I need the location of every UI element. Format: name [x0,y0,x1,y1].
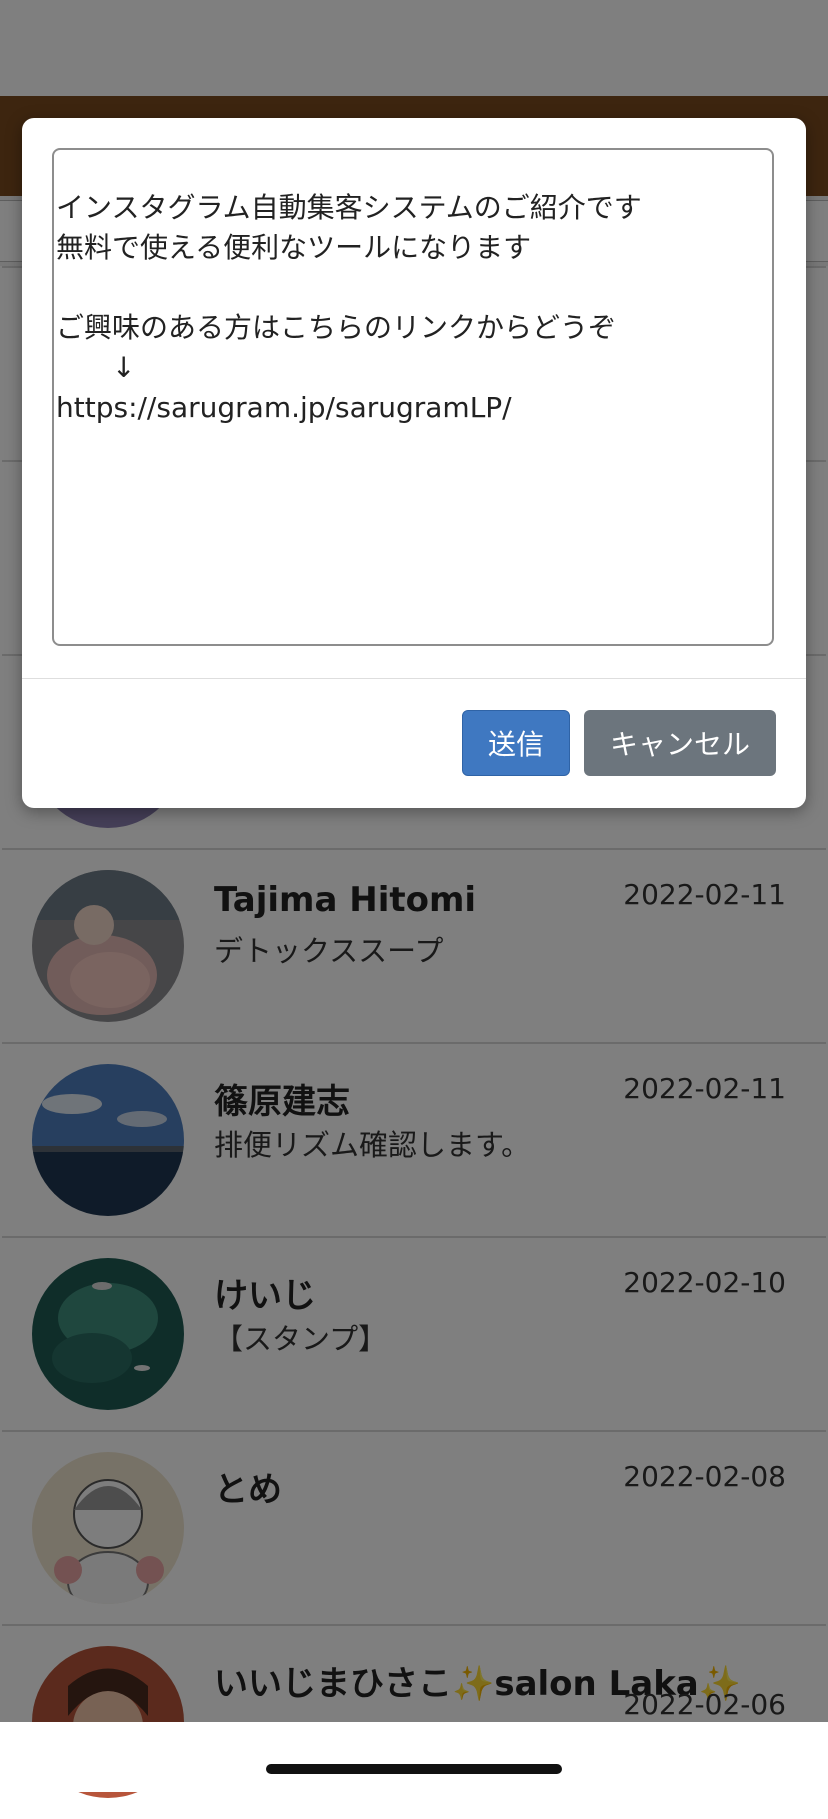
send-button[interactable]: 送信 [462,710,570,776]
cancel-button[interactable]: キャンセル [584,710,776,776]
dialog-divider [22,678,806,679]
home-indicator [266,1764,562,1774]
message-dialog: インスタグラム自動集客システムのご紹介です 無料で使える便利なツールになります … [22,118,806,808]
message-textarea[interactable]: インスタグラム自動集客システムのご紹介です 無料で使える便利なツールになります … [52,148,774,646]
bottom-bar [0,1722,828,1792]
